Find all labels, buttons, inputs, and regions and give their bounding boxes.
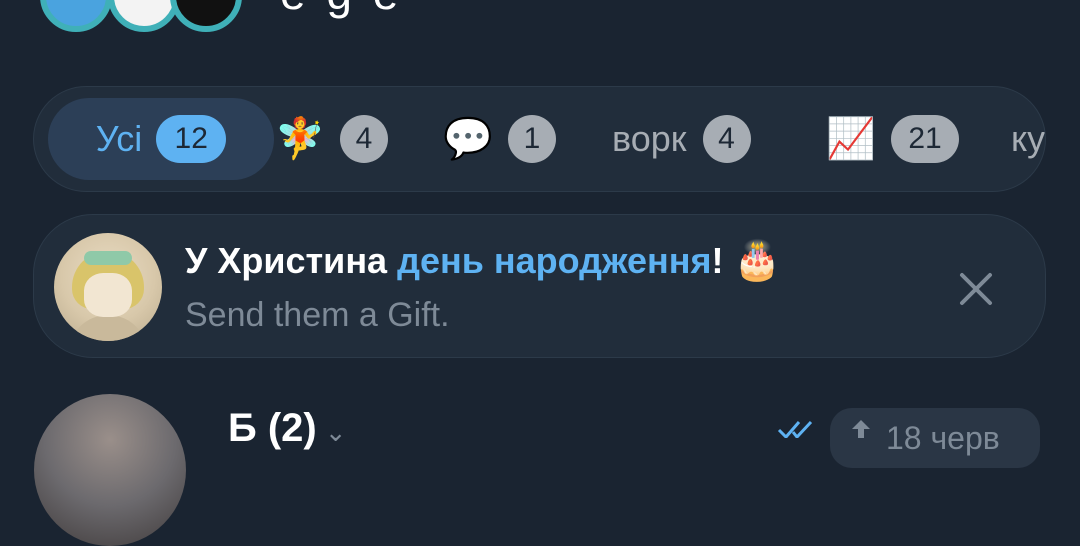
- chat-name-text: Б (2): [228, 406, 317, 450]
- tab-partial[interactable]: ку: [1011, 87, 1045, 191]
- tab-work[interactable]: ворк 4: [612, 87, 751, 191]
- unread-count-badge: 12: [156, 115, 227, 163]
- fairy-icon: 🧚: [275, 117, 325, 161]
- birthday-name-text: У Христина: [185, 240, 398, 281]
- avatar[interactable]: [34, 394, 186, 546]
- speech-bubble-icon: 💬: [443, 117, 493, 161]
- pin-icon: [852, 420, 870, 438]
- app-title: e g e: [280, 0, 402, 20]
- avatar: [54, 233, 162, 341]
- avatar-goggles-shape: [84, 251, 132, 265]
- unread-count-badge: 4: [702, 115, 751, 163]
- chevron-icon: ⌄: [324, 417, 347, 447]
- tab-fairy[interactable]: 🧚 4: [275, 87, 388, 191]
- tab-speech-bubble[interactable]: 💬 1: [443, 87, 556, 191]
- birthday-banner[interactable]: У Христина день народження! 🎂 Send them a…: [33, 214, 1046, 358]
- avatar: [108, 0, 180, 32]
- unread-count-badge: 21: [891, 115, 959, 163]
- avatar: [40, 0, 112, 32]
- birthday-link[interactable]: день народження: [397, 240, 711, 281]
- avatar-body-shape: [68, 315, 148, 341]
- unread-count-badge: 4: [340, 115, 388, 163]
- tab-label: ку: [1011, 118, 1046, 159]
- tab-label: ворк: [612, 118, 687, 159]
- account-avatar-stack[interactable]: [40, 0, 242, 32]
- avatar: [170, 0, 242, 32]
- birthday-subtitle: Send them a Gift.: [185, 296, 450, 334]
- tab-all[interactable]: Усі 12: [48, 98, 274, 180]
- tab-label: Усі: [95, 118, 143, 159]
- close-icon[interactable]: [954, 267, 998, 311]
- tab-chart[interactable]: 📈 21: [826, 87, 959, 191]
- birthday-cake-icon: 🎂: [733, 240, 781, 282]
- chart-increasing-icon: 📈: [826, 117, 876, 161]
- read-checkmarks-icon: [777, 420, 813, 438]
- birthday-title: У Христина день народження! 🎂: [185, 239, 781, 283]
- chat-time: 18 черв: [886, 419, 1000, 456]
- avatar-face-shape: [84, 273, 132, 317]
- birthday-suffix: !: [711, 240, 724, 281]
- folder-tabs-bar: Усі 12 🧚 4 💬 1 ворк 4 📈 21 ку: [33, 86, 1046, 192]
- unread-count-badge: 1: [508, 115, 556, 163]
